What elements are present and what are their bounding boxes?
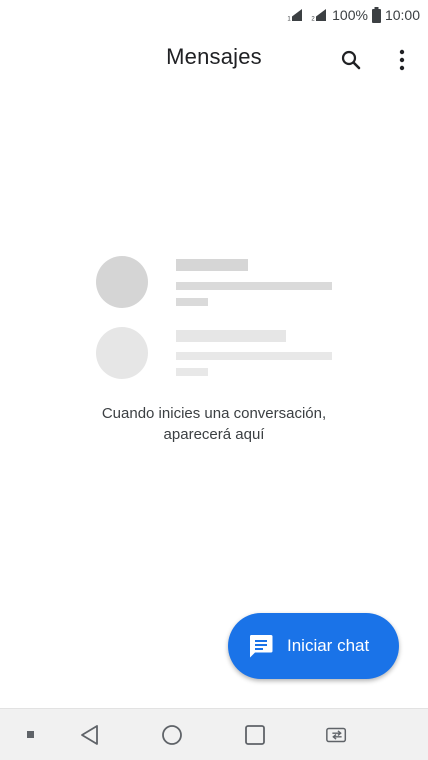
more-vert-icon — [398, 49, 406, 76]
placeholder-line — [176, 368, 208, 376]
status-bar: 1 2 100% 10:00 — [0, 0, 428, 30]
back-icon[interactable] — [78, 723, 102, 747]
start-chat-label: Iniciar chat — [287, 636, 370, 655]
placeholder-line — [176, 259, 248, 271]
empty-state-message-line2: aparecerá aquí — [163, 426, 265, 443]
dot-icon[interactable] — [19, 723, 43, 747]
home-icon[interactable] — [160, 723, 184, 747]
app-bar: Mensajes — [0, 30, 428, 94]
placeholder-line — [176, 298, 208, 306]
switch-sim-icon[interactable] — [325, 723, 349, 747]
sim1-signal-icon: 1 — [284, 7, 304, 23]
start-chat-button[interactable]: Iniciar chat — [228, 613, 399, 679]
placeholder-avatar — [96, 327, 148, 379]
chat-icon — [248, 633, 274, 659]
search-icon — [339, 48, 363, 77]
empty-state-message: Cuando inicies una conversación, aparece… — [0, 403, 428, 445]
placeholder-line — [176, 330, 286, 342]
navigation-bar — [0, 708, 428, 760]
recents-icon[interactable] — [243, 723, 267, 747]
battery-icon — [371, 7, 381, 23]
placeholder-line — [176, 352, 332, 360]
placeholder-line — [176, 282, 332, 290]
sim2-signal-icon: 2 — [308, 7, 328, 23]
placeholder-avatar — [96, 256, 148, 308]
empty-state-message-line1: Cuando inicies una conversación, — [101, 405, 327, 422]
more-options-button[interactable] — [386, 46, 418, 78]
search-button[interactable] — [335, 46, 367, 78]
battery-percent: 100% — [332, 7, 368, 23]
clock: 10:00 — [384, 7, 420, 23]
